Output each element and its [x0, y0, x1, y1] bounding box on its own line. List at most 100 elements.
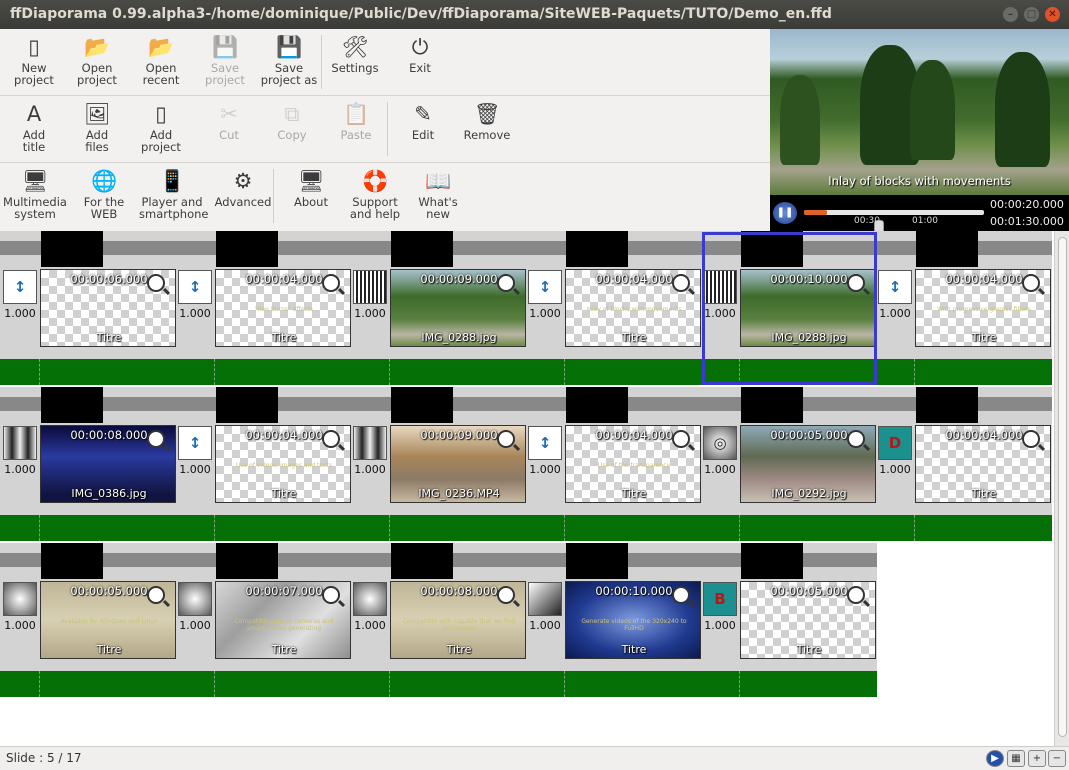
tr-diag-icon[interactable] — [528, 582, 562, 616]
tr-stripes-icon[interactable] — [353, 270, 387, 304]
slide-thumbnail[interactable]: Use of the transparency 00:00:04.000 Titre — [565, 425, 701, 503]
chapter-marker[interactable] — [916, 387, 978, 423]
tr-d-icon[interactable]: D — [878, 426, 912, 460]
lifebuoy-button[interactable]: 🛟 Support and help — [342, 163, 408, 229]
chapter-marker[interactable] — [916, 231, 978, 267]
tr-gradient-icon[interactable] — [353, 582, 387, 616]
slide-thumbnail[interactable]: "Ken Burns" effects 00:00:04.000 Titre — [215, 269, 351, 347]
magnifier-icon[interactable] — [147, 430, 165, 448]
add-title-button[interactable]: A Add title — [4, 96, 64, 162]
slide-thumbnail[interactable]: 00:00:05.000 Titre — [740, 581, 876, 659]
slide-thumbnail[interactable]: 00:00:09.000 IMG_0288.jpg — [390, 269, 526, 347]
chapter-marker[interactable] — [41, 387, 103, 423]
music-track[interactable] — [0, 515, 1052, 541]
chapter-marker[interactable] — [216, 231, 278, 267]
save-button[interactable]: 💾 Save project — [195, 29, 255, 95]
timeline-scrollbar[interactable] — [1054, 231, 1069, 746]
magnifier-icon[interactable] — [847, 430, 865, 448]
slide-thumbnail[interactable]: Generate videos of the 320x240 to FullHD… — [565, 581, 701, 659]
tr-grid-icon[interactable] — [703, 270, 737, 304]
music-track[interactable] — [0, 359, 1052, 385]
magnifier-icon[interactable] — [497, 430, 515, 448]
chapter-marker[interactable] — [566, 543, 628, 579]
slide-thumbnail[interactable]: 00:00:08.000 IMG_0386.jpg — [40, 425, 176, 503]
smartphone-button[interactable]: 📱 Player and smartphone — [139, 163, 208, 229]
chapter-marker[interactable] — [216, 543, 278, 579]
scrollbar-thumb[interactable] — [1058, 237, 1067, 737]
chapter-marker[interactable] — [391, 231, 453, 267]
slide-thumbnail[interactable]: 00:00:10.000 IMG_0288.jpg — [740, 269, 876, 347]
slide-thumbnail[interactable]: 00:00:06.000 Titre — [40, 269, 176, 347]
slide-thumbnail[interactable]: Inlay of blocks with movements 00:00:04.0… — [565, 269, 701, 347]
magnifier-icon[interactable] — [1022, 274, 1040, 292]
chapter-marker[interactable] — [216, 387, 278, 423]
paste-button[interactable]: 📋 Paste — [326, 96, 386, 162]
tr-arrows-icon[interactable]: ↕ — [878, 270, 912, 304]
settings-button[interactable]: 🛠 Settings — [325, 29, 385, 95]
copy-button[interactable]: ⧉ Copy — [262, 96, 322, 162]
tr-arrows-icon[interactable]: ↕ — [178, 270, 212, 304]
magnifier-icon[interactable] — [322, 274, 340, 292]
open-project-button[interactable]: 📂 Open project — [67, 29, 127, 95]
magnifier-icon[interactable] — [1022, 430, 1040, 448]
edit-button[interactable]: ✎ Edit — [393, 96, 453, 162]
chapter-marker[interactable] — [566, 231, 628, 267]
about-button[interactable]: 🖥 About — [278, 163, 344, 229]
seek-slider[interactable] — [804, 210, 984, 234]
add-files-button[interactable]: 🖼 Add files — [67, 96, 127, 162]
tr-bars-icon[interactable] — [353, 426, 387, 460]
magnifier-icon[interactable] — [322, 430, 340, 448]
exit-button[interactable]: ⏻ Exit — [390, 29, 450, 95]
chapter-marker[interactable] — [391, 387, 453, 423]
slide-thumbnail[interactable]: 00:00:09.000 IMG_0236.MP4 — [390, 425, 526, 503]
chapter-marker[interactable] — [41, 231, 103, 267]
tr-arrows-icon[interactable]: ↕ — [3, 270, 37, 304]
slide-thumbnail[interactable]: Use of videos, images and texts 00:00:04.… — [215, 425, 351, 503]
zoom-in-icon[interactable]: + — [1028, 750, 1046, 767]
cut-button[interactable]: ✂ Cut — [199, 96, 259, 162]
new-project-button[interactable]: ▯ New project — [4, 29, 64, 95]
slide-thumbnail[interactable]: 00:00:05.000 IMG_0292.jpg — [740, 425, 876, 503]
chapter-marker[interactable] — [566, 387, 628, 423]
chapter-marker[interactable] — [741, 387, 803, 423]
magnifier-icon[interactable] — [497, 274, 515, 292]
play-icon[interactable]: ▶ — [986, 750, 1004, 767]
globe-button[interactable]: 🌐 For the WEB — [71, 163, 137, 229]
music-track[interactable] — [0, 671, 877, 697]
chapter-marker[interactable] — [41, 543, 103, 579]
maximize-button[interactable]: □ — [1024, 7, 1039, 22]
magnifier-icon[interactable] — [497, 586, 515, 604]
close-button[interactable]: ✕ — [1045, 7, 1060, 22]
pause-button[interactable]: ❚❚ — [773, 202, 797, 224]
tr-arrows-icon[interactable]: ↕ — [178, 426, 212, 460]
chapter-marker[interactable] — [741, 231, 803, 267]
magnifier-icon[interactable] — [672, 430, 690, 448]
magnifier-icon[interactable] — [147, 586, 165, 604]
open-recent-button[interactable]: 📂 Open recent — [131, 29, 191, 95]
slide-thumbnail[interactable]: Compatible with capable that we find on … — [390, 581, 526, 659]
tr-arrows-icon[interactable]: ↕ — [528, 270, 562, 304]
magnifier-icon[interactable] — [847, 274, 865, 292]
tr-spiral-icon[interactable]: ◎ — [703, 426, 737, 460]
gear-button[interactable]: ⚙ Advanced — [210, 163, 276, 229]
magnifier-icon[interactable] — [847, 586, 865, 604]
book-button[interactable]: 📖 What's new — [405, 163, 471, 229]
slide-thumbnail[interactable]: Compatible with all cameras and smartpho… — [215, 581, 351, 659]
remove-button[interactable]: 🗑 Remove — [457, 96, 517, 162]
magnifier-icon[interactable] — [672, 274, 690, 292]
tr-gradient-icon[interactable] — [3, 582, 37, 616]
chapter-marker[interactable] — [741, 543, 803, 579]
slide-thumbnail[interactable]: 00:00:04.000 Titre — [915, 425, 1051, 503]
monitor-button[interactable]: 🖥 Multimedia system — [2, 163, 68, 229]
chapter-marker[interactable] — [391, 543, 453, 579]
grid-view-icon[interactable]: ▦ — [1007, 750, 1025, 767]
magnifier-icon[interactable] — [322, 586, 340, 604]
magnifier-icon[interactable] — [147, 274, 165, 292]
save-as-button[interactable]: 💾 Save project as — [259, 29, 319, 95]
tr-b-icon[interactable]: B — [703, 582, 737, 616]
magnifier-icon[interactable] — [672, 586, 690, 604]
tr-bars-icon[interactable] — [3, 426, 37, 460]
minimize-button[interactable]: – — [1003, 7, 1018, 22]
add-project-button[interactable]: ▯ Add project — [131, 96, 191, 162]
tr-gradient-icon[interactable] — [178, 582, 212, 616]
